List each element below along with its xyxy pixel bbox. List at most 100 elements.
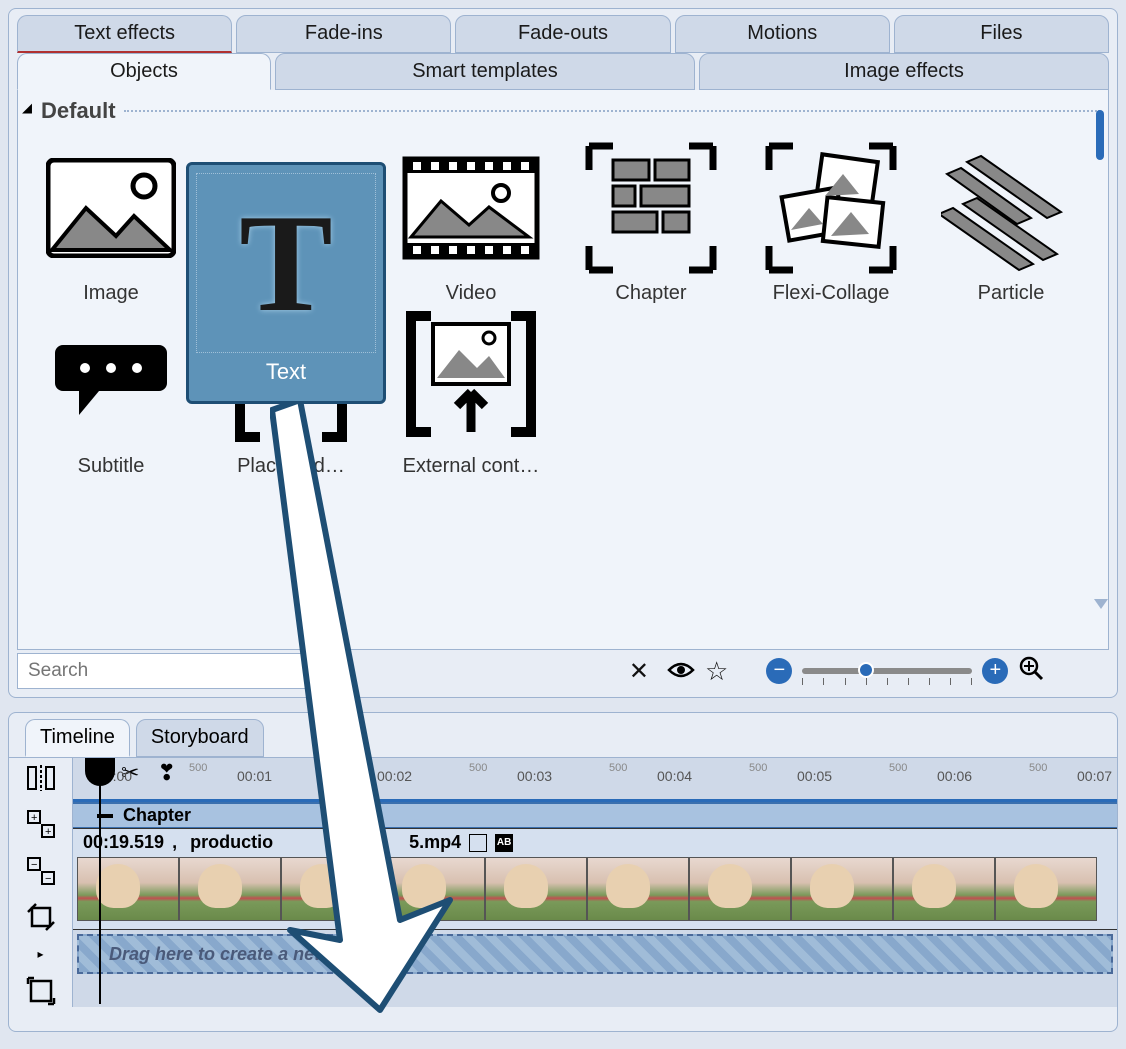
objects-grid: Image	[26, 138, 1100, 478]
scroll-down-icon[interactable]	[1094, 599, 1108, 609]
tab-objects[interactable]: Objects	[17, 53, 271, 90]
object-chapter[interactable]: Chapter	[566, 138, 736, 305]
object-label: External cont…	[391, 455, 551, 478]
ruler-subtick: 500	[749, 762, 767, 774]
new-track-dropzone[interactable]: Drag here to create a new track.	[77, 934, 1113, 974]
drop-hint-text: Drag here to create a new track.	[109, 944, 381, 965]
thumbnail	[791, 857, 893, 921]
video-clip[interactable]: 00:19.519, productio 5.mp4 AB	[73, 828, 1117, 930]
star-icon[interactable]: ☆	[705, 656, 728, 687]
clip-label: 00:19.519, productio 5.mp4 AB	[77, 832, 1113, 853]
placeholder-icon	[216, 311, 366, 451]
tab-motions[interactable]: Motions	[675, 15, 890, 53]
chapter-header[interactable]: Chapter	[73, 802, 1117, 828]
ruler-subtick: 500	[1029, 762, 1047, 774]
object-flexi-collage[interactable]: Flexi-Collage	[746, 138, 916, 305]
tab-image-effects[interactable]: Image effects	[699, 53, 1109, 90]
timeline-panel: Timeline Storyboard ++ −− ▸	[8, 712, 1118, 1032]
ruler-tick: 00:01	[237, 768, 272, 784]
thumbnail	[383, 857, 485, 921]
ruler-subtick: 500	[609, 762, 627, 774]
crop-icon[interactable]	[23, 901, 59, 933]
ruler-tick: 00:02	[377, 768, 412, 784]
zoom-slider[interactable]	[802, 668, 972, 674]
clear-icon[interactable]: ✕	[629, 657, 649, 686]
tab-fade-outs[interactable]: Fade-outs	[455, 15, 670, 53]
timeline-ruler[interactable]: ✂ ❣ 00:00 500 00:01 500 00:02 500 00:03 …	[73, 758, 1117, 802]
svg-text:−: −	[31, 859, 37, 871]
tab-storyboard[interactable]: Storyboard	[136, 719, 264, 757]
split-tool-icon[interactable]	[23, 762, 59, 794]
object-particle[interactable]: Particle	[926, 138, 1096, 305]
section-header-default[interactable]: Default	[26, 98, 1100, 128]
thumbnail	[179, 857, 281, 921]
object-label: Subtitle	[31, 455, 191, 478]
resize-icon[interactable]	[23, 975, 59, 1007]
object-label: Placehold…	[211, 455, 371, 478]
tab-timeline[interactable]: Timeline	[25, 719, 130, 757]
tab-text-effects[interactable]: Text effects	[17, 15, 232, 53]
ruler-subtick: 500	[469, 762, 487, 774]
ruler-subtick: 500	[189, 762, 207, 774]
object-label: Particle	[931, 282, 1091, 305]
film-icon	[469, 834, 487, 852]
tab-fade-ins[interactable]: Fade-ins	[236, 15, 451, 53]
marker-icon[interactable]: ❣	[157, 760, 175, 786]
clip-thumbnails	[77, 857, 1113, 921]
timeline-area: ++ −− ▸ ✂ ❣ 00:00 500 00:01	[9, 757, 1117, 1007]
image-icon	[36, 138, 186, 278]
tab-smart-templates[interactable]: Smart templates	[275, 53, 695, 90]
remove-track-icon[interactable]: −−	[23, 854, 59, 886]
ruler-subtick: 500	[329, 762, 347, 774]
thumbnail	[77, 857, 179, 921]
slider-knob[interactable]	[858, 662, 874, 678]
ruler-tick: 00:03	[517, 768, 552, 784]
svg-text:−: −	[45, 873, 51, 885]
timeline-tracks: ✂ ❣ 00:00 500 00:01 500 00:02 500 00:03 …	[73, 758, 1117, 1007]
ruler-tick: 00:05	[797, 768, 832, 784]
object-label: Chapter	[571, 282, 731, 305]
search-input[interactable]	[17, 653, 310, 689]
zoom-fit-icon[interactable]	[1018, 655, 1044, 688]
thumbnail	[995, 857, 1097, 921]
object-external-content[interactable]: External cont…	[386, 311, 556, 478]
ruler-tick: 00:07	[1077, 768, 1112, 784]
object-image[interactable]: Image	[26, 138, 196, 305]
object-subtitle[interactable]: Subtitle	[26, 311, 196, 478]
eye-icon[interactable]	[667, 656, 695, 687]
tab-files[interactable]: Files	[894, 15, 1109, 53]
zoom-out-button[interactable]: −	[766, 658, 792, 684]
object-label: Image	[31, 282, 191, 305]
object-label: Video	[391, 282, 551, 305]
zoom-in-button[interactable]: +	[982, 658, 1008, 684]
objects-content: Default Image	[17, 90, 1109, 650]
svg-text:+: +	[31, 812, 37, 824]
toolbox-panel: Text effects Fade-ins Fade-outs Motions …	[8, 8, 1118, 698]
object-video[interactable]: Video	[386, 138, 556, 305]
tabbar-upper: Text effects Fade-ins Fade-outs Motions …	[17, 15, 1109, 53]
tabbar-lower: Objects Smart templates Image effects	[17, 53, 1109, 90]
chapter-label: Chapter	[123, 805, 191, 826]
object-label: Flexi-Collage	[751, 282, 911, 305]
chapter-icon	[576, 138, 726, 278]
thumbnail	[689, 857, 791, 921]
timeline-sidebar: ++ −− ▸	[9, 758, 73, 1007]
video-icon	[396, 138, 546, 278]
bottom-tabbar: Timeline Storyboard	[9, 713, 1117, 757]
thumbnail	[893, 857, 995, 921]
section-label: Default	[41, 98, 116, 124]
thumbnail	[587, 857, 689, 921]
scrollbar-thumb[interactable]	[1096, 110, 1104, 160]
collapse-icon	[22, 104, 37, 119]
object-placeholder[interactable]: Placehold…	[206, 311, 376, 478]
svg-text:+: +	[45, 826, 51, 838]
thumbnail	[485, 857, 587, 921]
ruler-tick: 00:06	[937, 768, 972, 784]
external-content-icon	[396, 311, 546, 451]
flexi-collage-icon	[756, 138, 906, 278]
particle-icon	[936, 138, 1086, 278]
ruler-subtick: 500	[889, 762, 907, 774]
object-text-slot[interactable]	[206, 138, 376, 305]
add-track-icon[interactable]: ++	[23, 808, 59, 840]
scrollbar-vertical[interactable]	[1096, 100, 1106, 599]
